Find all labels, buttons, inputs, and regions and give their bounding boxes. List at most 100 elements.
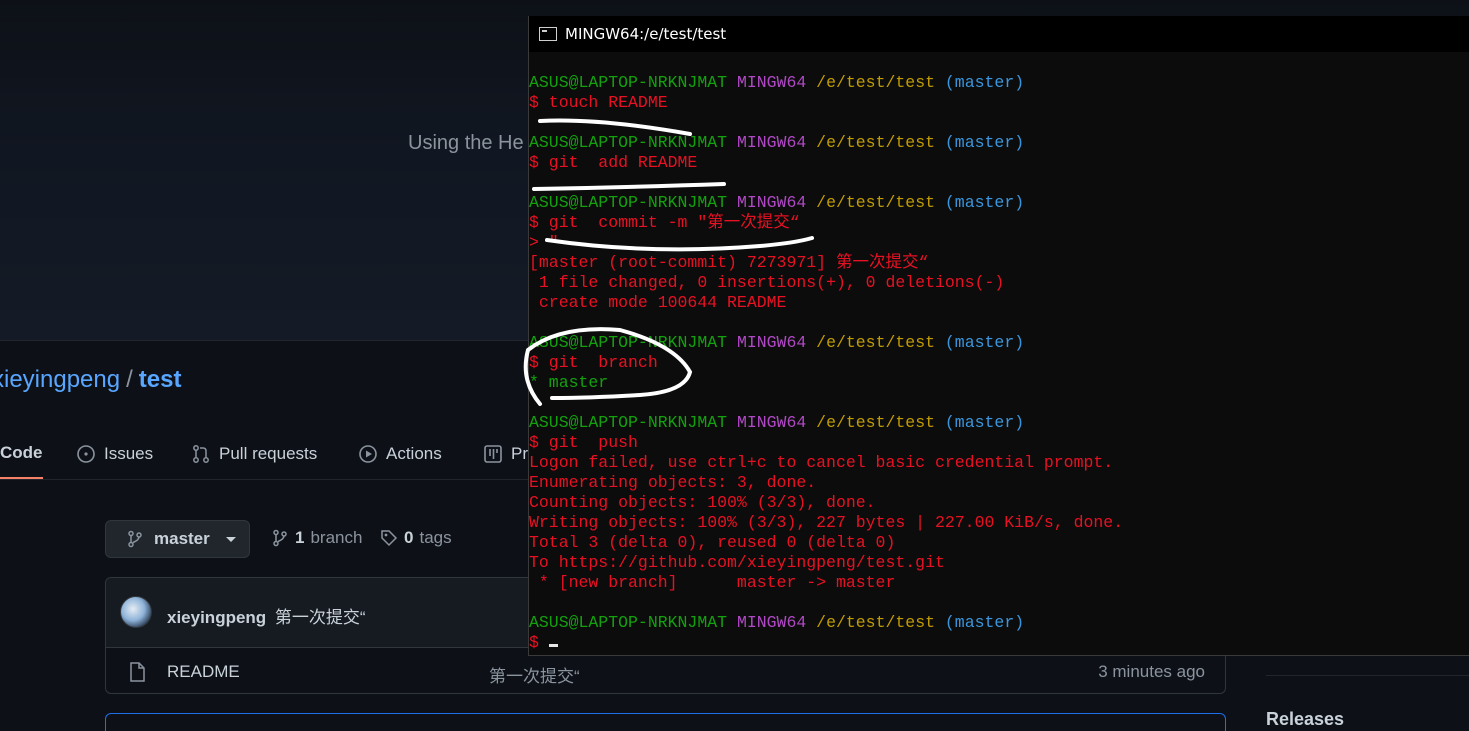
output-line: * [new branch] master -> master <box>529 573 896 592</box>
output-line: [master (root-commit) 7273971] 第一次提交“ <box>529 253 929 272</box>
prompt-path: /e/test/test <box>816 613 935 632</box>
prompt-line: ASUS@LAPTOP-NRKNJMAT MINGW64 /e/test/tes… <box>529 193 1469 213</box>
commit-author-link[interactable]: xieyingpeng <box>167 608 266 627</box>
output-line: Counting objects: 100% (3/3), done. <box>529 493 876 512</box>
file-name-link[interactable]: README <box>167 662 240 682</box>
command-line: $ git add README <box>529 153 698 172</box>
tag-count-label: tags <box>419 528 452 547</box>
command-line: $ touch README <box>529 93 668 112</box>
git-branch-icon <box>273 529 287 547</box>
repo-separator: / <box>126 366 133 393</box>
prompt-path: /e/test/test <box>816 133 935 152</box>
commit-message-link[interactable]: 第一次提交“ <box>275 608 366 627</box>
commit-author: xieyingpeng 第一次提交“ <box>167 603 366 628</box>
prompt-user: ASUS@LAPTOP-NRKNJMAT <box>529 413 728 432</box>
branch-count: 1 <box>295 528 305 547</box>
prompt-user: ASUS@LAPTOP-NRKNJMAT <box>529 613 728 632</box>
tab-issues-label: Issues <box>104 443 154 463</box>
tab-actions-label: Actions <box>386 443 442 463</box>
terminal-title: MINGW64:/e/test/test <box>565 25 727 43</box>
continuation-line: > " <box>529 233 559 252</box>
output-line: Writing objects: 100% (3/3), 227 bytes |… <box>529 513 1124 532</box>
tab-code-label: Code <box>0 442 43 462</box>
project-icon <box>484 444 502 463</box>
tab-actions[interactable]: Actions <box>358 428 442 479</box>
play-icon <box>359 444 377 463</box>
prompt-user: ASUS@LAPTOP-NRKNJMAT <box>529 193 728 212</box>
prompt-system: MINGW64 <box>736 133 807 152</box>
output-line: create mode 100644 README <box>529 293 787 312</box>
file-icon <box>130 662 145 682</box>
issue-icon <box>77 444 95 463</box>
prompt-branch: (master) <box>944 193 1025 212</box>
pull-request-icon <box>193 444 209 463</box>
prompt-branch: (master) <box>944 413 1025 432</box>
repo-owner-link[interactable]: xieyingpeng <box>0 366 120 393</box>
git-branch-icon <box>128 530 142 548</box>
prompt-branch: (master) <box>944 133 1025 152</box>
terminal-window[interactable]: MINGW64:/e/test/test ASUS@LAPTOP-NRKNJMA… <box>528 16 1469 656</box>
prompt-user: ASUS@LAPTOP-NRKNJMAT <box>529 133 728 152</box>
branches-link[interactable]: 1 branch <box>271 528 362 548</box>
terminal-output[interactable]: ASUS@LAPTOP-NRKNJMAT MINGW64 /e/test/tes… <box>529 73 1469 653</box>
terminal-titlebar[interactable]: MINGW64:/e/test/test <box>529 16 1469 52</box>
prompt-path: /e/test/test <box>816 73 935 92</box>
avatar[interactable] <box>120 596 152 628</box>
repo-title: xieyingpeng / test <box>0 366 181 394</box>
output-line: Enumerating objects: 3, done. <box>529 473 817 492</box>
prompt-line: ASUS@LAPTOP-NRKNJMAT MINGW64 /e/test/tes… <box>529 73 1469 93</box>
tab-projects-label: Pr <box>511 443 528 463</box>
text-cursor <box>548 644 558 647</box>
file-time: 3 minutes ago <box>1098 662 1205 681</box>
prompt-path: /e/test/test <box>816 413 935 432</box>
tab-projects[interactable]: Pr <box>483 428 528 479</box>
prompt-line: ASUS@LAPTOP-NRKNJMAT MINGW64 /e/test/tes… <box>529 613 1469 633</box>
output-line: To https://github.com/xieyingpeng/test.g… <box>529 553 945 572</box>
tab-pull-requests[interactable]: Pull requests <box>191 428 317 479</box>
input-line[interactable]: $ <box>529 633 1469 653</box>
tab-pull-requests-label: Pull requests <box>219 443 318 463</box>
prompt-system: MINGW64 <box>736 73 807 92</box>
prompt-system: MINGW64 <box>736 333 807 352</box>
releases-heading[interactable]: Releases <box>1266 709 1344 730</box>
branch-count-label: branch <box>310 528 363 547</box>
final-prompt: $ <box>529 633 549 652</box>
output-line: 1 file changed, 0 insertions(+), 0 delet… <box>529 273 1005 292</box>
tags-link[interactable]: 0 tags <box>380 528 452 548</box>
command-line: $ git commit -m "第一次提交“ <box>529 213 800 232</box>
prompt-system: MINGW64 <box>736 613 807 632</box>
prompt-user: ASUS@LAPTOP-NRKNJMAT <box>529 333 728 352</box>
repo-name-link[interactable]: test <box>139 366 182 393</box>
terminal-icon <box>539 27 557 41</box>
file-commit-link[interactable]: 第一次提交“ <box>489 662 580 687</box>
prompt-line: ASUS@LAPTOP-NRKNJMAT MINGW64 /e/test/tes… <box>529 333 1469 353</box>
sidebar-divider <box>1266 675 1469 676</box>
tab-issues[interactable]: Issues <box>76 428 153 479</box>
prompt-system: MINGW64 <box>736 193 807 212</box>
caret-down-icon <box>225 536 236 542</box>
prompt-path: /e/test/test <box>816 193 935 212</box>
command-line: $ git push <box>529 433 638 452</box>
branch-select-button[interactable]: master <box>105 520 250 558</box>
output-line: * master <box>529 373 609 392</box>
hero-text: Using the He <box>408 132 524 154</box>
readme-box <box>105 713 1226 731</box>
command-line: $ git branch <box>529 353 658 372</box>
prompt-branch: (master) <box>944 333 1025 352</box>
tag-count: 0 <box>404 528 414 547</box>
output-line: Logon failed, use ctrl+c to cancel basic… <box>529 453 1114 472</box>
prompt-user: ASUS@LAPTOP-NRKNJMAT <box>529 73 728 92</box>
tag-icon <box>381 530 398 547</box>
prompt-line: ASUS@LAPTOP-NRKNJMAT MINGW64 /e/test/tes… <box>529 133 1469 153</box>
prompt-branch: (master) <box>944 73 1025 92</box>
output-line: Total 3 (delta 0), reused 0 (delta 0) <box>529 533 896 552</box>
tab-code[interactable]: Code <box>0 428 43 479</box>
prompt-path: /e/test/test <box>816 333 935 352</box>
branch-select-label: master <box>154 529 210 548</box>
prompt-system: MINGW64 <box>736 413 807 432</box>
